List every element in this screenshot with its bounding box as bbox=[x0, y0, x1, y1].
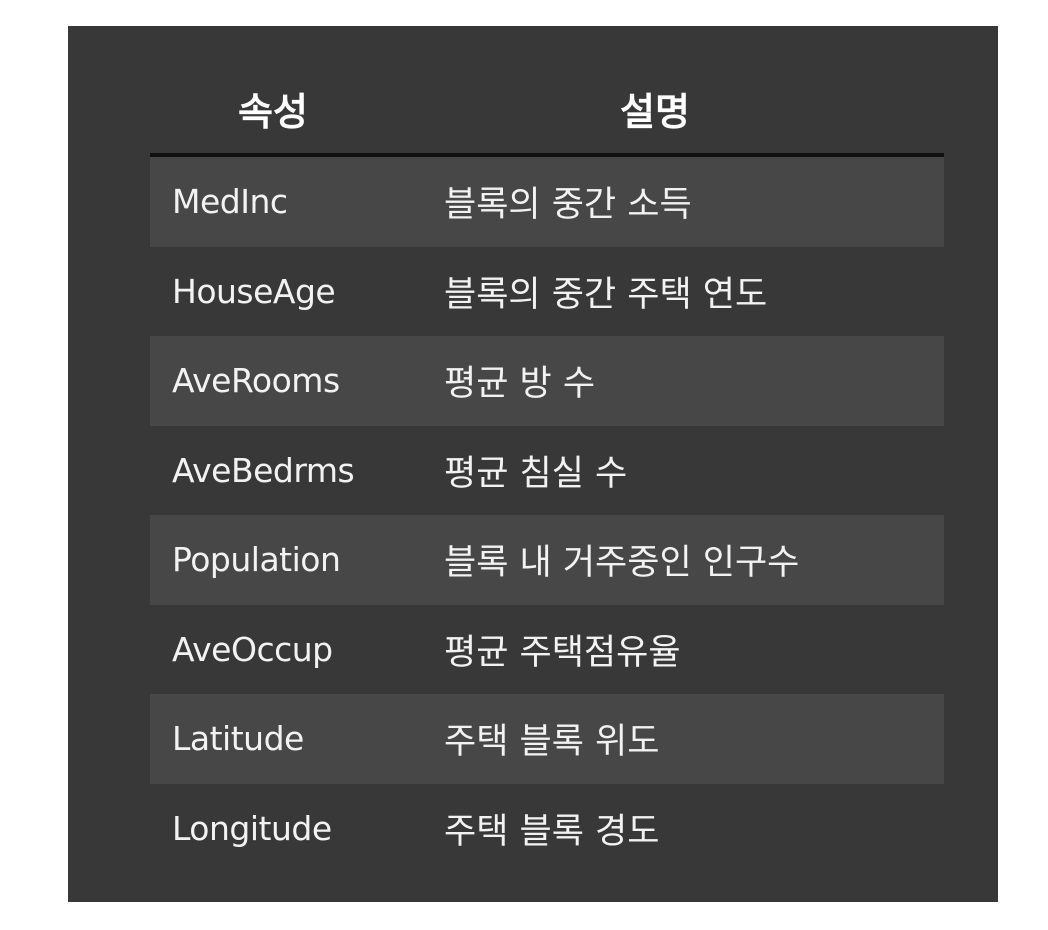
table-row: HouseAge 블록의 중간 주택 연도 bbox=[150, 247, 944, 337]
description-cell: 블록의 중간 주택 연도 bbox=[444, 274, 768, 315]
description-cell: 평균 주택점유율 bbox=[444, 632, 681, 673]
table-row: Latitude 주택 블록 위도 bbox=[150, 694, 944, 784]
table-row: AveOccup 평균 주택점유율 bbox=[150, 605, 944, 695]
attribute-cell: Longitude bbox=[172, 808, 332, 848]
table-row: Population 블록 내 거주중인 인구수 bbox=[150, 515, 944, 605]
attribute-table: 속성 설명 MedInc 블록의 중간 소득 HouseAge 블록의 중간 주… bbox=[150, 26, 944, 873]
attribute-cell: Population bbox=[172, 540, 341, 580]
table-row: AveBedrms 평균 침실 수 bbox=[150, 426, 944, 516]
attribute-cell: AveBedrms bbox=[172, 450, 355, 490]
description-cell: 주택 블록 경도 bbox=[444, 811, 660, 852]
table-panel: 속성 설명 MedInc 블록의 중간 소득 HouseAge 블록의 중간 주… bbox=[68, 26, 998, 902]
description-cell: 주택 블록 위도 bbox=[444, 722, 660, 763]
description-cell: 평균 침실 수 bbox=[444, 453, 628, 494]
column-header-attribute: 속성 bbox=[238, 90, 308, 134]
table-header: 속성 설명 bbox=[150, 26, 944, 157]
column-header-description: 설명 bbox=[620, 90, 690, 134]
description-cell: 평균 방 수 bbox=[444, 364, 596, 405]
attribute-cell: AveOccup bbox=[172, 629, 333, 669]
attribute-cell: HouseAge bbox=[172, 271, 336, 311]
attribute-cell: Latitude bbox=[172, 719, 304, 759]
attribute-cell: AveRooms bbox=[172, 361, 340, 401]
description-cell: 블록 내 거주중인 인구수 bbox=[444, 543, 800, 584]
table-row: MedInc 블록의 중간 소득 bbox=[150, 157, 944, 247]
table-row: AveRooms 평균 방 수 bbox=[150, 336, 944, 426]
table-row: Longitude 주택 블록 경도 bbox=[150, 784, 944, 874]
attribute-cell: MedInc bbox=[172, 182, 288, 222]
description-cell: 블록의 중간 소득 bbox=[444, 185, 692, 226]
